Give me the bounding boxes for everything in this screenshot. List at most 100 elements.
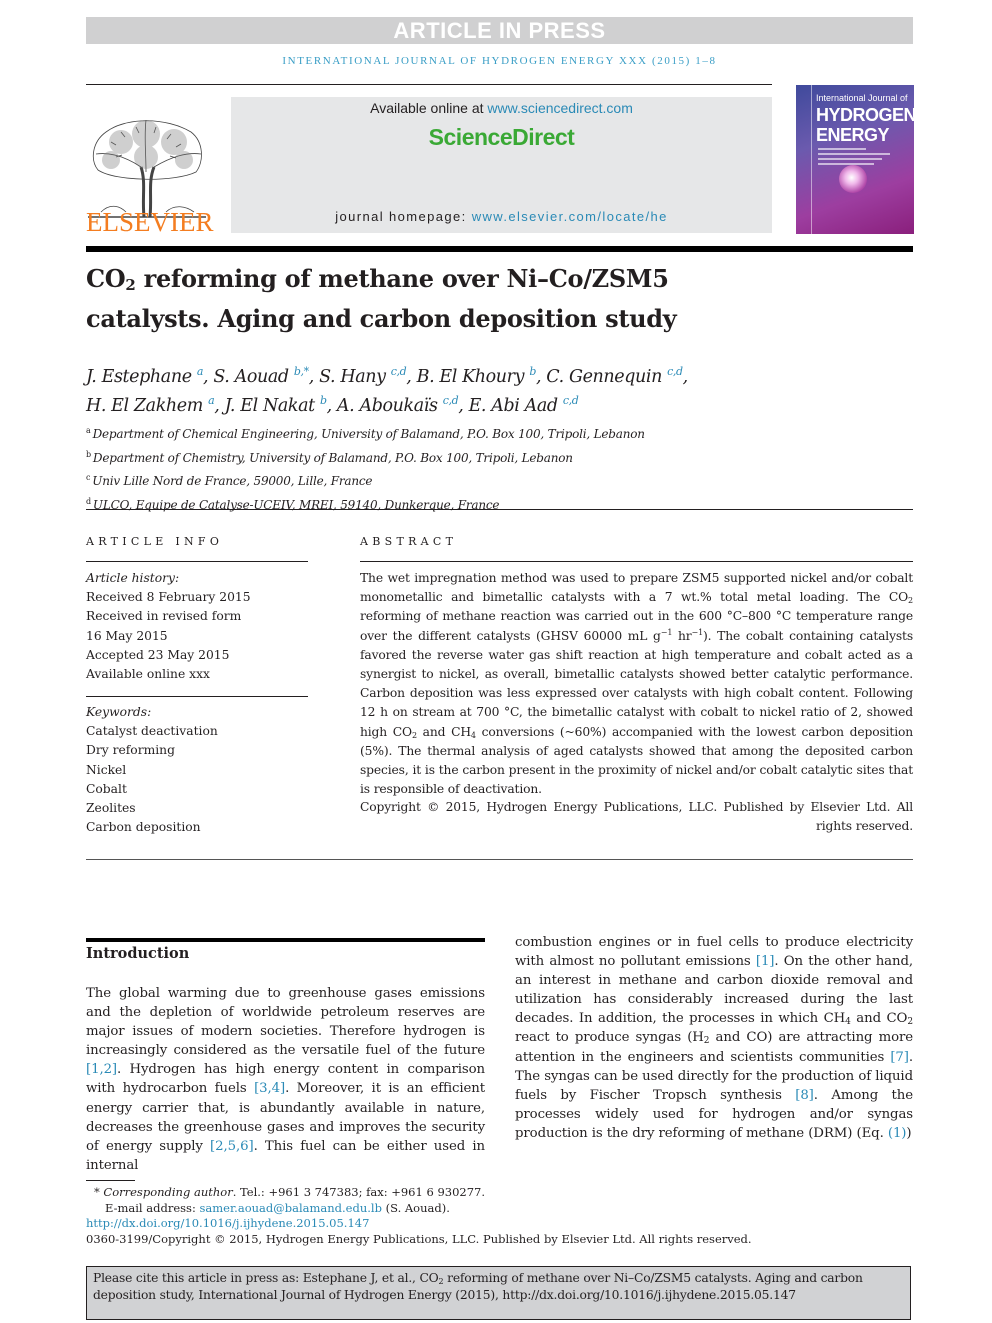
keyword: Carbon deposition bbox=[86, 820, 201, 835]
author[interactable]: S. Hany c,d bbox=[319, 365, 407, 387]
email-link[interactable]: samer.aouad@balamand.edu.lb bbox=[199, 1201, 381, 1215]
author-separator: , bbox=[308, 367, 320, 387]
author-affiliation-marker[interactable]: c,d bbox=[667, 365, 683, 378]
author-affiliation-marker[interactable]: c,d bbox=[443, 394, 459, 407]
cover-title-line3: ENERGY bbox=[816, 125, 890, 145]
author-affiliation-marker[interactable]: c,d bbox=[563, 394, 579, 407]
author-name: J. El Nakat bbox=[224, 396, 316, 416]
author-name: H. El Zakhem bbox=[86, 396, 203, 416]
reference-link[interactable]: [7] bbox=[890, 1050, 909, 1065]
author-separator: , bbox=[203, 367, 214, 387]
keywords-label: Keywords: bbox=[86, 705, 152, 719]
body-text: ) bbox=[906, 1125, 912, 1141]
corresponding-label: Corresponding author bbox=[103, 1185, 233, 1199]
author-affiliation-marker[interactable]: b bbox=[529, 365, 536, 378]
footnote-rule bbox=[86, 1180, 135, 1181]
history-item: Accepted 23 May 2015 bbox=[86, 647, 230, 662]
keywords: Keywords: Catalyst deactivation Dry refo… bbox=[86, 703, 326, 837]
author-affiliation-marker[interactable]: b,* bbox=[294, 365, 309, 378]
keyword: Catalyst deactivation bbox=[86, 724, 218, 739]
author[interactable]: H. El Zakhem a bbox=[86, 394, 215, 416]
article-info-heading: ARTICLE INFO bbox=[86, 535, 224, 548]
cover-title-main: HYDROGEN ENERGY bbox=[816, 105, 914, 145]
body-text: The global warming due to greenhouse gas… bbox=[86, 986, 485, 1059]
history-item: Available online xxx bbox=[86, 667, 210, 682]
available-online: Available online at www.sciencedirect.co… bbox=[231, 100, 772, 116]
author-separator: , bbox=[682, 367, 689, 387]
affiliation: a Department of Chemical Engineering, Uni… bbox=[86, 421, 916, 445]
abstract-copyright: Copyright © 2015, Hydrogen Energy Public… bbox=[360, 800, 913, 834]
citation-text: Please cite this article in press as: Es… bbox=[93, 1270, 904, 1303]
affiliation-key: b bbox=[86, 449, 91, 459]
author-name: S. Hany bbox=[319, 367, 386, 387]
masthead-thick-rule bbox=[86, 246, 913, 252]
intro-heading-rule bbox=[86, 938, 485, 942]
superscript: −1 bbox=[691, 627, 704, 637]
author-name: J. Estephane bbox=[86, 367, 192, 387]
citation-part: Please cite this article in press as: Es… bbox=[93, 1271, 439, 1285]
title-part: CO bbox=[86, 264, 126, 293]
body-text: and CO bbox=[850, 1011, 908, 1027]
equation-link[interactable]: (1) bbox=[888, 1126, 907, 1141]
affiliations: a Department of Chemical Engineering, Uni… bbox=[86, 421, 916, 515]
doi-link[interactable]: http://dx.doi.org/10.1016/j.ijhydene.201… bbox=[86, 1216, 369, 1230]
author[interactable]: C. Gennequin c,d bbox=[546, 365, 683, 387]
reference-link[interactable]: [1,2] bbox=[86, 1062, 117, 1077]
title-subscript: 2 bbox=[125, 276, 136, 294]
author-list: J. Estephane a, S. Aouad b,*, S. Hany c,… bbox=[86, 360, 916, 418]
sciencedirect-box: Available online at www.sciencedirect.co… bbox=[231, 97, 772, 233]
author-affiliation-marker[interactable]: b bbox=[320, 394, 327, 407]
reference-link[interactable]: [3,4] bbox=[254, 1081, 285, 1096]
author[interactable]: A. Aboukaïs c,d bbox=[337, 394, 459, 416]
email-note: E-mail address: samer.aouad@balamand.edu… bbox=[86, 1201, 916, 1217]
author-name: E. Abi Aad bbox=[468, 396, 559, 416]
superscript: −1 bbox=[660, 627, 673, 637]
cover-orb-icon bbox=[839, 165, 867, 193]
reference-link[interactable]: [2,5,6] bbox=[210, 1139, 254, 1154]
history-item: 16 May 2015 bbox=[86, 628, 168, 643]
affiliation-key: d bbox=[86, 496, 91, 506]
author[interactable]: J. Estephane a bbox=[86, 365, 203, 387]
footnote-star: * bbox=[94, 1185, 104, 1199]
reference-link[interactable]: [8] bbox=[795, 1088, 814, 1103]
issn-copyright: 0360-3199/Copyright © 2015, Hydrogen Ene… bbox=[86, 1231, 752, 1246]
author[interactable]: J. El Nakat b bbox=[224, 394, 327, 416]
citation-box: Please cite this article in press as: Es… bbox=[86, 1266, 911, 1320]
homepage-prefix: journal homepage: bbox=[335, 209, 472, 224]
introduction-heading: Introduction bbox=[86, 945, 190, 962]
subscript: 2 bbox=[908, 596, 913, 606]
author-separator: , bbox=[406, 367, 417, 387]
masthead-rule bbox=[86, 84, 772, 85]
keywords-rule bbox=[86, 696, 308, 697]
author-separator: , bbox=[535, 367, 547, 387]
affiliation: d ULCO, Equipe de Catalyse-UCEIV, MREI, 5… bbox=[86, 492, 916, 516]
author[interactable]: B. El Khoury b bbox=[417, 365, 537, 387]
author[interactable]: E. Abi Aad c,d bbox=[468, 394, 579, 416]
journal-homepage-link[interactable]: www.elsevier.com/locate/he bbox=[472, 209, 668, 224]
author-separator: , bbox=[326, 396, 337, 416]
reference-link[interactable]: [1] bbox=[756, 954, 775, 969]
keyword: Cobalt bbox=[86, 781, 127, 796]
abstract-part: ). The cobalt containing catalysts favor… bbox=[360, 628, 913, 739]
history-label: Article history: bbox=[86, 571, 180, 585]
sciencedirect-link[interactable]: www.sciencedirect.com bbox=[487, 100, 633, 116]
history-item: Received in revised form bbox=[86, 609, 242, 624]
affiliation-text: Univ Lille Nord de France, 59000, Lille,… bbox=[92, 474, 373, 488]
abstract-rule bbox=[360, 561, 913, 562]
affiliation: b Department of Chemistry, University of … bbox=[86, 445, 916, 469]
keyword: Dry reforming bbox=[86, 743, 175, 758]
author-name: C. Gennequin bbox=[546, 367, 662, 387]
affiliation-key: a bbox=[86, 426, 91, 435]
journal-cover-image: International Journal of HYDROGEN ENERGY bbox=[796, 85, 914, 234]
email-label: E-mail address: bbox=[105, 1200, 200, 1215]
history-item: Received 8 February 2015 bbox=[86, 590, 251, 605]
author[interactable]: S. Aouad b,* bbox=[213, 365, 309, 387]
author-name: S. Aouad bbox=[213, 367, 289, 387]
author-separator: , bbox=[214, 396, 225, 416]
journal-homepage: journal homepage: www.elsevier.com/locat… bbox=[231, 209, 772, 224]
affiliation-key: c bbox=[86, 473, 91, 482]
author-affiliation-marker[interactable]: c,d bbox=[391, 365, 407, 378]
cover-title-line2: HYDROGEN bbox=[816, 105, 914, 125]
body-text: react to produce syngas (H bbox=[515, 1030, 704, 1046]
corresponding-author-note: * Corresponding author. Tel.: +961 3 747… bbox=[86, 1185, 916, 1201]
